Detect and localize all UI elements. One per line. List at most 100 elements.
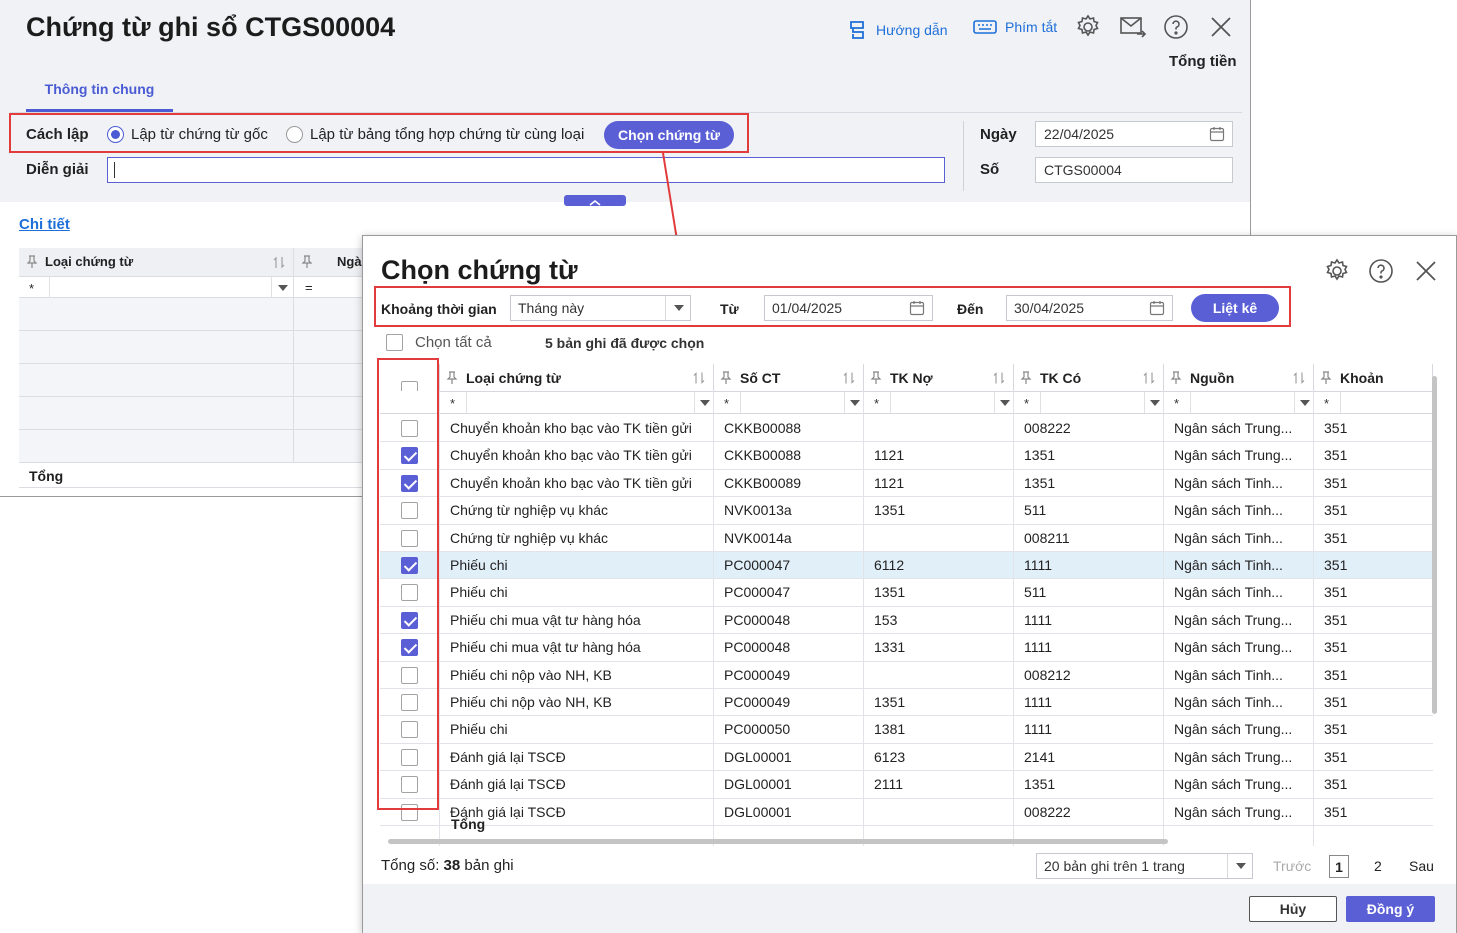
cell-voucher-number: DGL00001	[724, 748, 792, 765]
filter-cell-voucher-number[interactable]: *	[714, 391, 864, 414]
table-row[interactable]: Chứng từ nghiệp vụ khác NVK0014a 008211 Ngâ…	[380, 525, 1433, 552]
table-row[interactable]: Phiếu chi nộp vào NH, KB PC000049 1351 1111…	[380, 689, 1433, 717]
calendar-icon[interactable]	[1149, 300, 1165, 316]
to-date-input[interactable]: 30/04/2025	[1006, 295, 1173, 321]
cancel-button[interactable]: Hủy	[1249, 896, 1337, 922]
table-row[interactable]: Phiếu chi mua vật tư hàng hóa PC000048 153…	[380, 607, 1433, 635]
tab-general-info[interactable]: Thông tin chung	[26, 80, 173, 112]
gear-icon[interactable]	[1075, 14, 1101, 40]
guide-button[interactable]: Hướng dẫn	[848, 19, 947, 41]
grid-header-source[interactable]: Nguồn	[1164, 364, 1314, 391]
help-icon[interactable]	[1368, 258, 1394, 284]
vertical-scrollbar[interactable]	[1432, 376, 1437, 714]
description-input[interactable]	[107, 157, 945, 183]
grid-row[interactable]	[19, 331, 362, 364]
table-row[interactable]: Phiếu chi mua vật tư hàng hóa PC000048 133…	[380, 634, 1433, 662]
cell-voucher-type: Phiếu chi nộp vào NH, KB	[450, 666, 612, 683]
grid-row[interactable]	[19, 298, 362, 331]
chevron-down-icon[interactable]	[844, 392, 864, 413]
chevron-down-icon[interactable]	[694, 392, 714, 413]
date-input[interactable]: 22/04/2025	[1035, 121, 1233, 147]
filter-cell-voucher-type[interactable]: *	[440, 391, 714, 414]
collapse-button[interactable]	[564, 195, 626, 206]
method-radio-summary[interactable]	[286, 126, 303, 143]
table-row[interactable]: Phiếu chi PC000050 1381 1111 Ngân sách Trung…	[380, 716, 1433, 744]
sort-icon[interactable]	[843, 371, 855, 385]
filter-cell-credit-account[interactable]: *	[1014, 391, 1164, 414]
mail-icon[interactable]	[1119, 14, 1147, 40]
grid-row[interactable]	[19, 364, 362, 397]
grid-row[interactable]	[19, 397, 362, 430]
page-1[interactable]: 1	[1329, 855, 1349, 878]
from-date-input[interactable]: 01/04/2025	[764, 295, 933, 321]
dialog-footer: Hủy Đồng ý	[363, 884, 1456, 933]
table-row[interactable]: Chuyển khoản kho bạc vào TK tiền gửi CKKB…	[380, 415, 1433, 443]
gear-icon[interactable]	[1324, 258, 1350, 284]
method-radio-original[interactable]	[107, 126, 124, 143]
table-row[interactable]: Chứng từ nghiệp vụ khác NVK0013a 1351 511 Ng…	[380, 497, 1433, 525]
prev-page[interactable]: Trước	[1273, 858, 1311, 874]
filter-cell-debit-account[interactable]: *	[864, 391, 1014, 414]
horizontal-scrollbar[interactable]	[388, 839, 1168, 844]
table-row[interactable]: Đánh giá lại TSCĐ DGL00001 2111 1351 Ngân sá…	[380, 771, 1433, 799]
sort-icon[interactable]	[993, 371, 1005, 385]
close-icon[interactable]	[1208, 14, 1234, 40]
column-divider	[713, 391, 714, 846]
filter-input[interactable]	[1340, 392, 1433, 413]
grid-row[interactable]	[19, 430, 362, 463]
page-2[interactable]: 2	[1374, 858, 1382, 874]
help-icon[interactable]	[1163, 14, 1189, 40]
close-icon[interactable]	[1413, 258, 1439, 284]
filter-input[interactable]	[1190, 392, 1314, 413]
sort-icon[interactable]	[1293, 371, 1305, 385]
grid-filter-row[interactable]: * =	[19, 276, 362, 298]
filter-cell-item[interactable]: *	[1314, 391, 1433, 414]
grid-header-debit-account[interactable]: TK Nợ	[864, 364, 1014, 391]
ok-button[interactable]: Đồng ý	[1346, 896, 1435, 922]
sort-icon[interactable]	[1143, 371, 1155, 385]
sort-icon[interactable]	[693, 371, 705, 385]
grid-total-label: Tổng	[451, 816, 486, 832]
table-row[interactable]: Chuyển khoản kho bạc vào TK tiền gửi CKKB…	[380, 470, 1433, 498]
filter-cell-source[interactable]: *	[1164, 391, 1314, 414]
table-row[interactable]: Đánh giá lại TSCĐ DGL00001 6123 2141 Ngân sá…	[380, 744, 1433, 772]
cell-debit-account: 1351	[874, 502, 906, 519]
filter-input[interactable]	[1040, 392, 1164, 413]
choose-voucher-button[interactable]: Chọn chứng từ	[604, 121, 734, 149]
detail-link[interactable]: Chi tiết	[19, 216, 70, 233]
filter-dropdown[interactable]	[271, 277, 293, 298]
filter-input[interactable]	[49, 277, 294, 298]
chevron-down-icon[interactable]	[665, 296, 690, 320]
chevron-down-icon[interactable]	[1227, 854, 1252, 878]
page-size-value: 20 bản ghi trên 1 trang	[1044, 858, 1185, 874]
filter-input[interactable]	[890, 392, 1014, 413]
grid-header-item[interactable]: Khoản	[1314, 364, 1433, 391]
calendar-icon[interactable]	[1209, 126, 1225, 142]
grid-header-voucher-type[interactable]: Loại chứng từ	[19, 248, 294, 276]
grid-header-credit-account[interactable]: TK Có	[1014, 364, 1164, 391]
table-row[interactable]: Phiếu chi PC000047 1351 511 Ngân sách Tinh..…	[380, 579, 1433, 607]
cell-voucher-number: PC000050	[724, 721, 791, 738]
select-all-checkbox[interactable]	[386, 334, 403, 351]
table-row[interactable]: Phiếu chi PC000047 6112 1111 Ngân sách Tinh.…	[380, 552, 1433, 580]
page-size-select[interactable]: 20 bản ghi trên 1 trang	[1036, 853, 1253, 879]
chevron-down-icon[interactable]	[994, 392, 1014, 413]
grid-header-voucher-type[interactable]: Loại chứng từ	[440, 364, 714, 391]
list-button[interactable]: Liệt kê	[1191, 294, 1279, 322]
grid-header-voucher-number[interactable]: Số CT	[714, 364, 864, 391]
cell-source: Ngân sách Tinh...	[1174, 666, 1283, 683]
filter-input[interactable]	[740, 392, 864, 413]
table-row[interactable]: Đánh giá lại TSCĐ DGL00001 008222 Ngân sách…	[380, 799, 1433, 826]
table-row[interactable]: Chuyển khoản kho bạc vào TK tiền gửi CKKB…	[380, 442, 1433, 470]
number-input[interactable]: CTGS00004	[1035, 157, 1233, 183]
chevron-down-icon[interactable]	[1294, 392, 1314, 413]
grid-header-date[interactable]: Ngà	[294, 248, 362, 276]
next-page[interactable]: Sau	[1409, 858, 1434, 874]
calendar-icon[interactable]	[909, 300, 925, 316]
chevron-down-icon[interactable]	[1144, 392, 1164, 413]
shortcuts-button[interactable]: Phím tắt	[973, 19, 1057, 35]
period-select[interactable]: Tháng này	[510, 295, 691, 321]
cell-voucher-number: DGL00001	[724, 803, 792, 820]
table-row[interactable]: Phiếu chi nộp vào NH, KB PC000049 008212 Ng…	[380, 662, 1433, 689]
filter-input[interactable]	[466, 392, 714, 413]
